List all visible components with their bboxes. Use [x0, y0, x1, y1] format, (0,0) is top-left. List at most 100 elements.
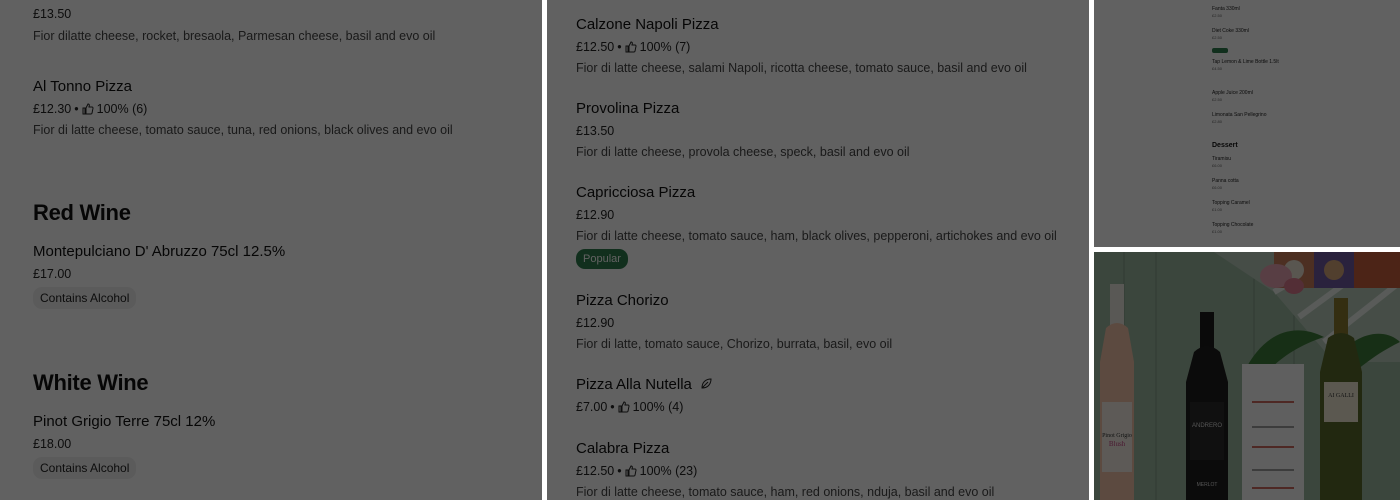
- svg-text:Pinot Grigio: Pinot Grigio: [1102, 433, 1132, 439]
- menu-column-left: £13.50 Fior dilatte cheese, rocket, bres…: [0, 0, 542, 500]
- section-title-red-wine: Red Wine: [33, 200, 131, 225]
- vegetarian-leaf-icon: [701, 378, 712, 389]
- menu-item-provolina[interactable]: Provolina Pizza £13.50 Fior di latte che…: [576, 100, 1076, 159]
- mini-item: Diet Coke 330ml £2.50: [1212, 28, 1249, 58]
- mini-item-price: £1.00: [1212, 207, 1223, 212]
- mini-popular-badge: [1212, 48, 1228, 53]
- item-meta: £12.50 • 100% (23): [576, 464, 1076, 478]
- svg-text:Blush: Blush: [1109, 440, 1126, 448]
- item-description: Fior dilatte cheese, rocket, bresaola, P…: [33, 29, 436, 43]
- item-description: Fior di latte cheese, tomato sauce, ham,…: [576, 485, 995, 499]
- menu-item-chorizo[interactable]: Pizza Chorizo £12.90 Fior di latte, toma…: [576, 292, 1076, 351]
- mini-item-name: Apple Juice 200ml: [1212, 90, 1253, 96]
- item-meta: £7.00 • 100% (4): [576, 400, 1076, 414]
- mini-item: Tap Lemon & Lime Bottle 1.5lt £4.50: [1212, 59, 1279, 71]
- menu-item-nutella[interactable]: Pizza Alla Nutella £7.00 • 100% (4): [576, 376, 1076, 414]
- item-price: £7.00: [576, 400, 608, 414]
- mini-item: Topping Caramel £1.00: [1212, 200, 1250, 212]
- item-price: £12.90: [576, 316, 615, 330]
- item-rating: 100% (7): [639, 40, 691, 54]
- menu-item-pinot-grigio[interactable]: Pinot Grigio Terre 75cl 12% £18.00 Conta…: [33, 413, 533, 479]
- menu-column-center: Calzone Napoli Pizza £12.50 • 100% (7) F…: [547, 0, 1089, 500]
- mini-item: Topping Chocolate £1.00: [1212, 222, 1253, 234]
- item-name: Capricciosa Pizza: [576, 184, 696, 201]
- mini-item: Apple Juice 200ml £2.50: [1212, 90, 1253, 102]
- mini-item-name: Diet Coke 330ml: [1212, 28, 1249, 34]
- menu-thumbnail-image[interactable]: Fanta 330ml £2.50 Diet Coke 330ml £2.50 …: [1094, 0, 1400, 247]
- thumbs-up-icon: [625, 465, 637, 477]
- item-description: Fior di latte cheese, provola cheese, sp…: [576, 145, 910, 159]
- item-name: Pinot Grigio Terre 75cl 12%: [33, 413, 216, 430]
- popular-badge: Popular: [576, 249, 628, 269]
- mini-item: Limonata San Pellegrino £2.80: [1212, 112, 1266, 124]
- mini-item-name: Limonata San Pellegrino: [1212, 112, 1267, 118]
- thumbs-up-icon: [82, 103, 94, 115]
- mini-dessert-title: Dessert: [1212, 142, 1238, 149]
- item-name: Al Tonno Pizza: [33, 78, 132, 95]
- item-description: Fior di latte cheese, tomato sauce, ham,…: [576, 229, 1057, 243]
- item-price: £18.00: [33, 437, 72, 451]
- menu-item-montepulciano[interactable]: Montepulciano D' Abruzzo 75cl 12.5% £17.…: [33, 243, 533, 309]
- item-price: £12.90: [576, 208, 615, 222]
- item-price: £12.30: [33, 102, 72, 116]
- menu-item-capricciosa[interactable]: Capricciosa Pizza £12.90 Fior di latte c…: [576, 184, 1076, 269]
- item-name: Pizza Chorizo: [576, 292, 669, 309]
- mini-item-price: £2.80: [1212, 119, 1223, 124]
- mini-item-price: £2.50: [1212, 35, 1223, 40]
- thumbs-up-icon: [625, 41, 637, 53]
- mini-item-name: Tiramisu: [1212, 156, 1231, 162]
- mini-item: Tiramisu £6.00: [1212, 156, 1231, 168]
- item-description: Fior di latte cheese, salami Napoli, ric…: [576, 61, 1027, 75]
- item-price: £12.50: [576, 40, 615, 54]
- item-meta: £12.30 • 100% (6): [33, 102, 533, 116]
- mini-item-price: £2.50: [1212, 97, 1223, 102]
- section-title-white-wine: White Wine: [33, 370, 149, 395]
- item-description: Fior di latte, tomato sauce, Chorizo, bu…: [576, 337, 893, 351]
- item-name: Calabra Pizza: [576, 440, 670, 457]
- mini-item-name: Topping Chocolate: [1212, 222, 1254, 228]
- photo-illustration: Pinot Grigio Blush ANDRERO MERLOT AI GAL…: [1094, 252, 1400, 500]
- separator-dot: •: [617, 464, 622, 478]
- mini-item-price: £6.00: [1212, 185, 1223, 190]
- mini-item-name: Tap Lemon & Lime Bottle 1.5lt: [1212, 59, 1279, 65]
- separator-dot: •: [617, 40, 622, 54]
- menu-item-top[interactable]: £13.50 Fior dilatte cheese, rocket, bres…: [33, 7, 533, 43]
- mini-item-name: Fanta 330ml: [1212, 6, 1240, 12]
- mini-item-name: Topping Caramel: [1212, 200, 1250, 206]
- item-price: £17.00: [33, 267, 72, 281]
- mini-item-price: £1.00: [1212, 229, 1223, 234]
- mini-item-name: Panna cotta: [1212, 178, 1239, 184]
- menu-item-calabra[interactable]: Calabra Pizza £12.50 • 100% (23) Fior di…: [576, 440, 1076, 499]
- item-description: Fior di latte cheese, tomato sauce, tuna…: [33, 123, 453, 137]
- item-name: Provolina Pizza: [576, 100, 680, 117]
- item-rating: 100% (4): [632, 400, 684, 414]
- separator-dot: •: [74, 102, 79, 116]
- separator-dot: •: [610, 400, 615, 414]
- contains-alcohol-badge: Contains Alcohol: [33, 287, 137, 309]
- item-rating: 100% (23): [639, 464, 698, 478]
- menu-item-calzone-napoli[interactable]: Calzone Napoli Pizza £12.50 • 100% (7) F…: [576, 16, 1076, 75]
- column-divider: [542, 0, 547, 500]
- item-name: Pizza Alla Nutella: [576, 376, 692, 393]
- mini-item: Fanta 330ml £2.50: [1212, 6, 1240, 18]
- item-price: £13.50: [576, 124, 615, 138]
- menu-item-al-tonno[interactable]: Al Tonno Pizza £12.30 • 100% (6) Fior di…: [33, 78, 533, 137]
- wine-bottles-photo[interactable]: Pinot Grigio Blush ANDRERO MERLOT AI GAL…: [1094, 252, 1400, 500]
- thumbs-up-icon: [618, 401, 630, 413]
- item-name-row: Pizza Alla Nutella: [576, 376, 1076, 393]
- mini-item: Panna cotta £6.00: [1212, 178, 1239, 190]
- item-price: £13.50: [33, 7, 72, 21]
- item-meta: £12.50 • 100% (7): [576, 40, 1076, 54]
- mini-item-price: £2.50: [1212, 13, 1223, 18]
- item-rating: 100% (6): [96, 102, 148, 116]
- thumbnail-divider: [1094, 247, 1400, 252]
- svg-text:AI GALLI: AI GALLI: [1328, 393, 1354, 399]
- svg-text:ANDRERO: ANDRERO: [1192, 423, 1222, 429]
- contains-alcohol-badge: Contains Alcohol: [33, 457, 137, 479]
- svg-text:MERLOT: MERLOT: [1197, 482, 1218, 488]
- item-name: Montepulciano D' Abruzzo 75cl 12.5%: [33, 243, 286, 260]
- item-name: Calzone Napoli Pizza: [576, 16, 719, 33]
- mini-item-price: £4.50: [1212, 66, 1223, 71]
- item-price: £12.50: [576, 464, 615, 478]
- mini-item-price: £6.00: [1212, 163, 1223, 168]
